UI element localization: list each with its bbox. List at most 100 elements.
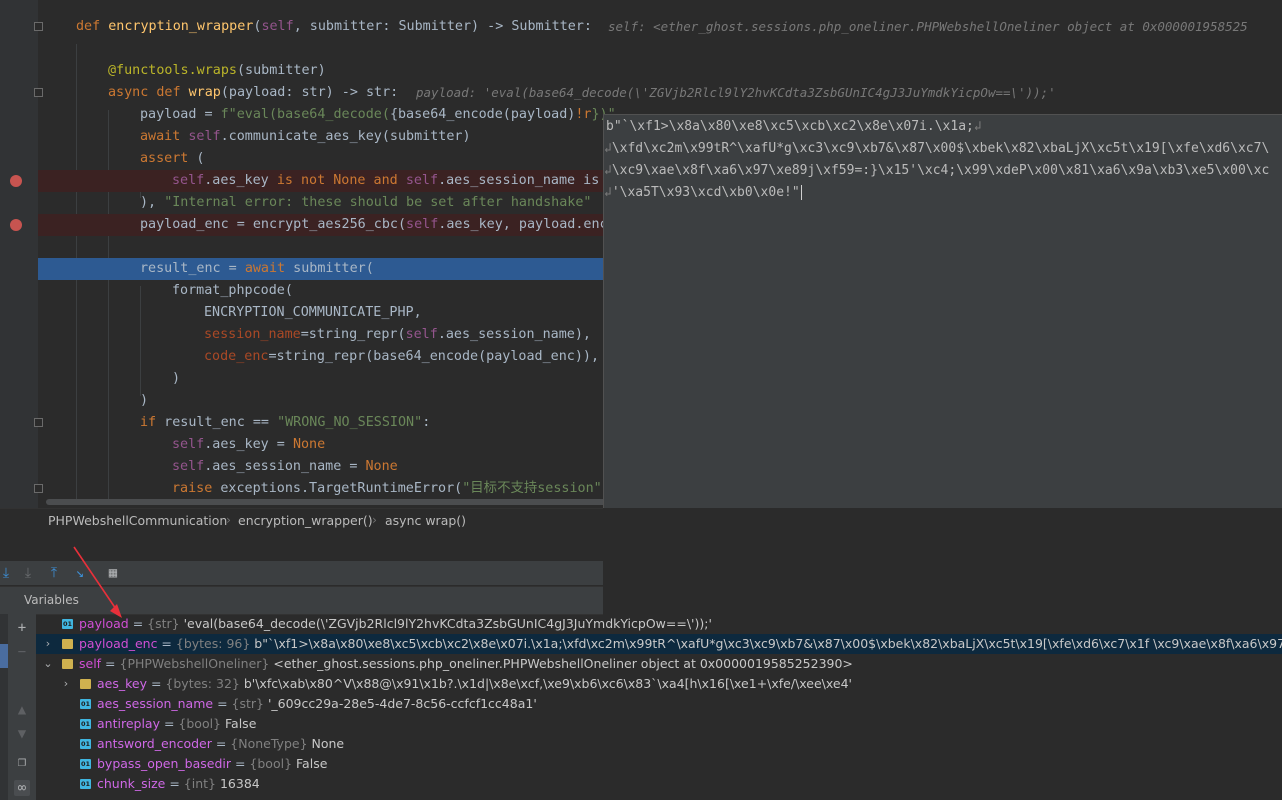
keyword: assert	[140, 151, 189, 166]
code-text: result_enc =	[140, 261, 245, 276]
value-tooltip-popup[interactable]: b"`\xf1>\x8a\x80\xe8\xc5\xcb\xc2\x8e\x07…	[603, 114, 1282, 508]
variable-type: {bytes: 96}	[175, 636, 251, 651]
code-text: .aes_key =	[204, 437, 293, 452]
variable-text: payload_enc = {bytes: 96} b"`\xf1>\x8a\x…	[79, 634, 1282, 654]
step-out-icon[interactable]: ⤒	[44, 563, 64, 583]
code-editor[interactable]: def encryption_wrapper(self, submitter: …	[0, 0, 1282, 508]
variable-value: 'eval(base64_decode(\'ZGVjb2Rlcl9lY2hvKC…	[183, 616, 712, 631]
variable-row[interactable]: 01 aes_session_name = {str} '_609cc29a-28…	[36, 694, 1282, 714]
run-to-cursor-icon[interactable]: ↘	[70, 563, 90, 583]
variable-type: {int}	[183, 776, 216, 791]
code-line[interactable]: @functools.wraps(submitter)	[38, 60, 1282, 82]
code-text: ),	[140, 195, 165, 210]
keyword: raise	[172, 481, 213, 496]
code-text: .aes_key	[204, 173, 277, 188]
variable-value: <ether_ghost.sessions.php_oneliner.PHPWe…	[273, 656, 853, 671]
add-watch-icon[interactable]: +	[14, 620, 30, 636]
wrap-arrow-icon: ↲	[604, 163, 612, 178]
code-text: payload_enc = encrypt_aes256_cbc(	[140, 217, 407, 232]
equals-sign: =	[231, 756, 250, 771]
variable-type-icon	[80, 679, 91, 689]
equals-sign: =	[159, 716, 179, 731]
variable-row[interactable]: 01 bypass_open_basedir = {bool} False	[36, 754, 1282, 774]
code-text: ENCRYPTION_COMMUNICATE_PHP,	[204, 305, 422, 320]
variable-name: payload	[79, 616, 129, 631]
popup-line: ↲'\xa5T\x93\xcd\xb0\x0e!"	[604, 182, 802, 204]
remove-watch-icon[interactable]: −	[14, 644, 30, 660]
equals-sign: =	[101, 656, 120, 671]
breadcrumb-item-class[interactable]: PHPWebshellCommunication	[48, 513, 227, 528]
string-literal: "目标不支持session"	[462, 481, 602, 496]
popup-line: ↲\xc9\xae\x8f\xa6\x97\xe89j\xf59=:}\x15'…	[604, 160, 1269, 182]
code-line[interactable]: async def wrap(payload: str) -> str: pay…	[38, 82, 1282, 104]
variable-row[interactable]: › aes_key = {bytes: 32} b'\xfc\xab\x80^V\…	[36, 674, 1282, 694]
variable-text: payload = {str} 'eval(base64_decode(\'ZG…	[79, 614, 712, 634]
variables-header: Variables	[0, 586, 603, 615]
breadcrumb-item-function[interactable]: encryption_wrapper()	[238, 513, 373, 528]
breadcrumb-separator: ›	[226, 512, 231, 527]
variable-text: bypass_open_basedir = {bool} False	[97, 754, 327, 774]
selected-frame-marker	[0, 644, 8, 668]
step-into-my-code-icon[interactable]: ⤓	[18, 563, 38, 583]
expand-chevron-icon[interactable]: ›	[42, 634, 54, 654]
decorator: @functools.wraps	[108, 63, 237, 78]
variable-name: self	[79, 656, 102, 671]
move-up-icon[interactable]: ▲	[14, 702, 30, 718]
popup-line: ↲\xfd\xc2m\x99tR^\xafU*g\xc3\xc9\xb7&\x8…	[604, 138, 1269, 160]
variable-row[interactable]: 01 antireplay = {bool} False	[36, 714, 1282, 734]
code-text: format_phpcode(	[172, 283, 293, 298]
debug-toolbar: ⤓ ⤓ ⤒ ↘ ▦	[0, 561, 603, 585]
evaluate-expression-icon[interactable]: ▦	[103, 563, 123, 583]
code-text: )	[172, 371, 181, 386]
variable-name: bypass_open_basedir	[97, 756, 231, 771]
variable-name: antsword_encoder	[97, 736, 212, 751]
variable-value: 16384	[219, 776, 260, 791]
string-literal: "Internal error: these should be set aft…	[164, 195, 592, 210]
code-text: =string_repr(base64_encode(payload_enc))…	[268, 349, 600, 364]
keyword: await	[244, 261, 286, 276]
variable-type: {PHPWebshellOneliner}	[119, 656, 270, 671]
equals-sign: =	[147, 676, 166, 691]
expand-chevron-icon[interactable]: ⌄	[42, 654, 54, 674]
variable-name: payload_enc	[79, 636, 158, 651]
wrap-arrow-icon: ↲	[973, 119, 982, 134]
string-literal: "WRONG_NO_SESSION"	[277, 415, 423, 430]
expand-chevron-icon[interactable]: ›	[60, 674, 72, 694]
editor-gutter[interactable]	[0, 0, 43, 508]
breadcrumb-item-inner-function[interactable]: async wrap()	[385, 513, 466, 528]
breakpoint-icon[interactable]	[10, 219, 22, 231]
step-into-icon[interactable]: ⤓	[0, 563, 16, 583]
equals-sign: =	[213, 696, 232, 711]
code-text: self	[405, 173, 439, 188]
variable-row[interactable]: 01 antsword_encoder = {NoneType} None	[36, 734, 1282, 754]
copy-icon[interactable]: ❐	[14, 754, 30, 770]
debug-panel: ⤓ ⤓ ⤒ ↘ ▦ Variables + − ▲ ▼ ❐ ∞ 01 payloa…	[0, 533, 1282, 800]
variable-type: {bool}	[249, 756, 293, 771]
variable-row[interactable]: 01 chunk_size = {int} 16384	[36, 774, 1282, 794]
variable-type-icon: 01	[62, 619, 73, 629]
variable-row[interactable]: ⌄ self = {PHPWebshellOneliner} <ether_gho…	[36, 654, 1282, 674]
variable-row[interactable]: › payload_enc = {bytes: 96} b"`\xf1>\x8a\…	[36, 634, 1282, 654]
code-text: .communicate_aes_key(submitter)	[220, 129, 471, 144]
equals-sign: =	[211, 736, 231, 751]
variable-type: {str}	[231, 696, 264, 711]
show-watches-icon[interactable]: ∞	[14, 780, 30, 796]
variable-text: antsword_encoder = {NoneType} None	[97, 734, 344, 754]
keyword-argument: code_enc	[204, 349, 269, 364]
function-name: wrap	[188, 85, 221, 100]
code-text: submitter(	[285, 261, 374, 276]
inline-debug-hint: self: <ether_ghost.sessions.php_oneliner…	[608, 19, 1248, 34]
code-text: (payload: str) -> str:	[220, 85, 399, 100]
code-text: self	[172, 437, 205, 452]
variable-row[interactable]: 01 payload = {str} 'eval(base64_decode(\'…	[36, 614, 1282, 634]
equals-sign: =	[157, 636, 176, 651]
variable-name: chunk_size	[97, 776, 166, 791]
code-line[interactable]: def encryption_wrapper(self, submitter: …	[38, 16, 1282, 38]
equals-sign: =	[128, 616, 148, 631]
move-down-icon[interactable]: ▼	[14, 726, 30, 742]
horizontal-scrollbar[interactable]	[46, 499, 606, 505]
equals-sign: =	[165, 776, 184, 791]
text-caret	[800, 185, 802, 200]
breakpoint-icon[interactable]	[10, 175, 22, 187]
variable-type-icon: 01	[80, 759, 91, 769]
